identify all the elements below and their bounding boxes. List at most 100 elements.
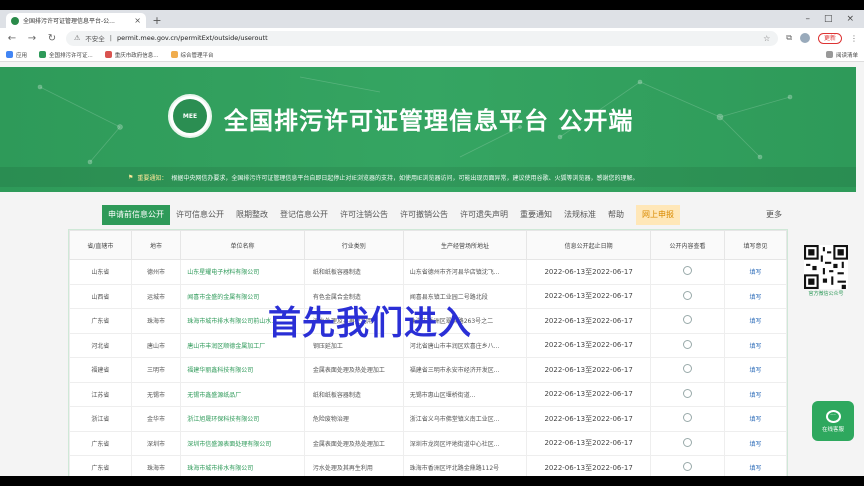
city-cell: 珠海市 [130, 308, 182, 334]
column-header[interactable]: 地市 [130, 230, 182, 260]
tab-5[interactable]: 许可撤销公告 [394, 205, 454, 225]
bookmark-chongqing[interactable]: 重庆市政府信息... [104, 51, 159, 59]
column-header[interactable]: 生产经营场所地址 [402, 230, 528, 260]
qr-caption: 官方微信公众号 [808, 291, 844, 297]
close-window-icon[interactable]: × [846, 14, 854, 24]
maximize-icon[interactable]: □ [824, 14, 833, 24]
address-cell: 无锡市惠山区堰桥街道... [402, 381, 528, 407]
company-link[interactable]: 浙江旭晟环保科技有限公司 [180, 406, 305, 432]
fill-opinion-link[interactable]: 填写 [724, 308, 787, 334]
fill-opinion-link[interactable]: 填写 [724, 381, 787, 407]
column-header[interactable]: 省/直辖市 [69, 230, 132, 260]
view-icon[interactable] [683, 290, 693, 300]
minimize-icon[interactable]: – [805, 14, 810, 24]
column-header[interactable]: 填写意见 [724, 230, 787, 260]
city-cell: 运城市 [130, 283, 182, 309]
bookmark-star-icon[interactable]: ☆ [763, 34, 770, 43]
view-icon[interactable] [683, 266, 693, 276]
tab-6[interactable]: 许可遗失声明 [454, 205, 514, 225]
tab-4[interactable]: 许可注销公告 [334, 205, 394, 225]
menu-icon[interactable]: ⋮ [850, 34, 858, 43]
apps-icon [6, 51, 13, 58]
column-header[interactable]: 行业类别 [303, 230, 404, 260]
tab-7[interactable]: 重要通知 [514, 205, 558, 225]
tab-8[interactable]: 法规标准 [558, 205, 602, 225]
view-icon[interactable] [683, 364, 693, 374]
view-content-cell [649, 430, 726, 456]
notice-icon: ⚑ [128, 173, 134, 181]
view-icon[interactable] [683, 388, 693, 398]
url-input[interactable]: ⚠ 不安全 | permit.mee.gov.cn/permitExt/outs… [66, 30, 779, 46]
forward-icon[interactable]: → [26, 33, 38, 44]
company-link[interactable]: 深圳市信盛源表面处理有限公司 [180, 430, 305, 456]
view-icon[interactable] [683, 437, 693, 447]
close-tab-icon[interactable]: × [134, 16, 141, 25]
fill-opinion-link[interactable]: 填写 [724, 259, 787, 285]
chat-label: 在线客服 [821, 426, 844, 433]
reload-icon[interactable]: ↻ [46, 33, 58, 44]
view-icon[interactable] [683, 315, 693, 325]
tab-9[interactable]: 帮助 [602, 205, 630, 225]
tab-1[interactable]: 许可信息公开 [170, 205, 230, 225]
date-range-cell: 2022-06-13至2022-06-17 [526, 308, 651, 334]
view-icon[interactable] [683, 413, 693, 423]
city-cell: 德州市 [130, 259, 182, 285]
fill-opinion-link[interactable]: 填写 [724, 455, 787, 476]
industry-cell: 纸和纸板容器制造 [303, 259, 404, 285]
company-link[interactable]: 福建华丽鑫科技有限公司 [180, 357, 305, 383]
view-content-cell [649, 259, 726, 285]
avatar[interactable] [799, 33, 810, 43]
online-service-button[interactable]: ··· 在线客服 [812, 401, 854, 441]
column-header[interactable]: 公开内容查看 [649, 230, 726, 260]
bookmark-mgmt[interactable]: 综合管理平台 [170, 51, 214, 59]
fill-opinion-link[interactable]: 填写 [724, 406, 787, 432]
view-icon[interactable] [683, 339, 693, 349]
page-title: 全国排污许可证管理信息平台 公开端 [224, 107, 634, 135]
table-row: 浙江省 金华市 浙江旭晟环保科技有限公司 危险废物治理 浙江省义乌市佛堂镇义南工业区..… [69, 406, 787, 432]
table-row: 江苏省 无锡市 无锡市鑫盛源纸品厂 纸和纸板容器制造 无锡市惠山区堰桥街道... 2022… [69, 381, 787, 407]
fill-opinion-link[interactable]: 填写 [724, 430, 787, 456]
update-button[interactable]: 更新 [817, 32, 842, 44]
address-cell: 浙江省义乌市佛堂镇义南工业区... [402, 406, 528, 432]
date-range-cell: 2022-06-13至2022-06-17 [526, 430, 651, 456]
tab-10[interactable]: 网上申报 [636, 205, 680, 225]
city-cell: 金华市 [130, 406, 182, 432]
column-header[interactable]: 信息公开起止日期 [526, 230, 651, 260]
province-cell: 福建省 [69, 357, 132, 383]
back-icon[interactable]: ← [6, 33, 18, 44]
industry-cell: 金属表面处理及热处理加工 [303, 357, 404, 383]
bookmark-permit[interactable]: 全国排污许可证... [39, 51, 93, 59]
address-cell: 福建省三明市永安市经济开发区... [402, 357, 528, 383]
column-header[interactable]: 单位名称 [180, 230, 305, 260]
province-cell: 山东省 [69, 259, 132, 285]
view-icon[interactable] [683, 462, 693, 472]
tab-strip: 全国排污许可证管理信息平台-公... × + – □ × [0, 10, 864, 28]
tab-title: 全国排污许可证管理信息平台-公... [23, 18, 115, 25]
fill-opinion-link[interactable]: 填写 [724, 357, 787, 383]
tab-3[interactable]: 登记信息公开 [274, 205, 334, 225]
permit-site-icon [39, 51, 47, 58]
reading-list[interactable]: 阅读清单 [825, 51, 858, 59]
gov-site-icon [104, 51, 112, 58]
company-link[interactable]: 珠海市城市排水有限公司 [180, 455, 305, 476]
date-range-cell: 2022-06-13至2022-06-17 [526, 259, 651, 285]
address-cell: 珠海市香洲区坪北路金鼎路112号 [402, 455, 528, 476]
company-link[interactable]: 无锡市鑫盛源纸品厂 [180, 381, 305, 407]
company-link[interactable]: 山东星耀电子材料有限公司 [180, 259, 305, 285]
fill-opinion-link[interactable]: 填写 [724, 283, 787, 309]
qr-code-icon [804, 245, 848, 289]
city-cell: 唐山市 [130, 332, 182, 358]
browser-tab[interactable]: 全国排污许可证管理信息平台-公... × [6, 13, 146, 28]
extensions-icon[interactable]: ⧉ [786, 33, 792, 43]
table-row: 广东省 深圳市 深圳市信盛源表面处理有限公司 金属表面处理及热处理加工 深圳市龙岗区坪地… [69, 430, 787, 456]
fill-opinion-link[interactable]: 填写 [724, 332, 787, 358]
tab-11[interactable]: 更多 [760, 205, 788, 225]
date-range-cell: 2022-06-13至2022-06-17 [526, 381, 651, 407]
city-cell: 无锡市 [130, 381, 182, 407]
city-cell: 深圳市 [130, 430, 182, 456]
date-range-cell: 2022-06-13至2022-06-17 [526, 283, 651, 309]
new-tab-icon[interactable]: + [150, 13, 164, 27]
tab-0[interactable]: 申请前信息公开 [102, 205, 170, 225]
bookmark-apps[interactable]: 应用 [6, 51, 27, 59]
tab-2[interactable]: 限期整改 [230, 205, 274, 225]
